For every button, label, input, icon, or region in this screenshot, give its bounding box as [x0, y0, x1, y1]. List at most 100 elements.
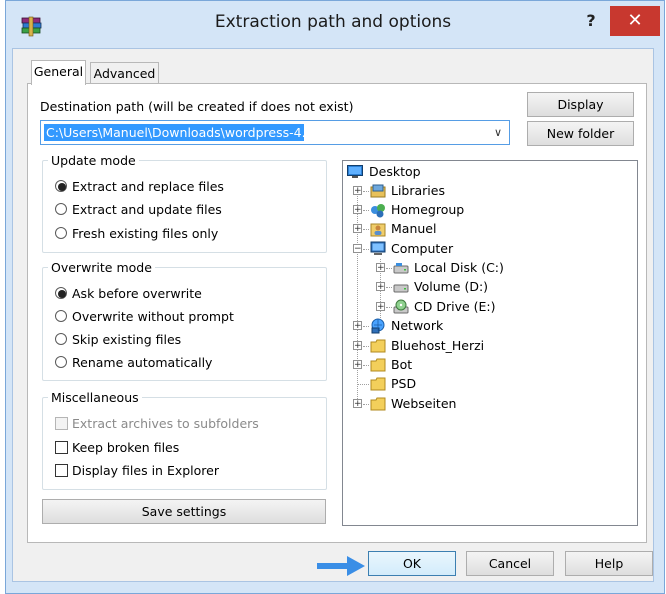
- tree-item-volume-d[interactable]: + Volume (D:): [376, 278, 576, 296]
- cd-drive-icon: [393, 299, 409, 314]
- tree-item-libraries[interactable]: + Libraries: [353, 182, 553, 200]
- tree-connector: [363, 210, 369, 211]
- extract-update-radio[interactable]: [55, 203, 67, 215]
- tab-general[interactable]: General: [31, 60, 86, 85]
- save-settings-button[interactable]: Save settings: [42, 499, 326, 524]
- expand-icon[interactable]: +: [353, 321, 362, 331]
- tree-label-homegroup: Homegroup: [391, 202, 465, 217]
- update-mode-title: Update mode: [48, 153, 139, 168]
- tree-connector: [363, 229, 369, 230]
- libraries-icon: [370, 184, 386, 198]
- extract-replace-radio[interactable]: [55, 180, 67, 192]
- tree-label-manuel: Manuel: [391, 221, 437, 236]
- fresh-existing-radio[interactable]: [55, 227, 67, 239]
- expand-icon[interactable]: +: [353, 399, 362, 409]
- tree-connector: [363, 404, 369, 405]
- help-button[interactable]: Help: [565, 551, 653, 576]
- tree-item-manuel[interactable]: + Manuel: [353, 220, 553, 238]
- display-in-explorer-checkbox[interactable]: [55, 464, 68, 477]
- extract-update-label[interactable]: Extract and update files: [72, 202, 222, 217]
- tree-label-psd: PSD: [391, 376, 417, 391]
- tree-label-bot: Bot: [391, 357, 413, 372]
- expand-icon[interactable]: +: [353, 224, 362, 234]
- overwrite-mode-title: Overwrite mode: [48, 260, 155, 275]
- ok-button[interactable]: OK: [368, 551, 456, 576]
- tree-item-network[interactable]: + Network: [353, 317, 553, 335]
- extract-to-subfolders-label: Extract archives to subfolders: [72, 416, 259, 431]
- homegroup-icon: [371, 204, 385, 218]
- tree-connector: [363, 326, 369, 327]
- tree-connector: [363, 365, 369, 366]
- tree-label-volume-d: Volume (D:): [414, 279, 489, 294]
- ask-before-overwrite-radio[interactable]: [55, 287, 67, 299]
- expand-icon[interactable]: +: [376, 263, 385, 273]
- extract-replace-label[interactable]: Extract and replace files: [72, 179, 224, 194]
- tree-label-desktop: Desktop: [369, 164, 421, 179]
- expand-icon[interactable]: +: [376, 302, 385, 312]
- close-icon: ✕: [627, 10, 643, 31]
- tree-item-psd[interactable]: PSD: [353, 375, 553, 393]
- tree-label-local-disk-c: Local Disk (C:): [414, 260, 504, 275]
- help-title-button[interactable]: ?: [573, 6, 609, 36]
- arrow-right-icon: [317, 556, 365, 576]
- tree-item-webseiten[interactable]: + Webseiten: [353, 395, 553, 413]
- network-icon: [371, 318, 385, 334]
- tree-label-cd-drive-e: CD Drive (E:): [414, 299, 496, 314]
- dialog-title: Extraction path and options: [214, 12, 452, 32]
- folder-tree[interactable]: Desktop + Libraries + Homegroup + Manuel: [342, 160, 638, 526]
- tree-item-local-disk-c[interactable]: + Local Disk (C:): [376, 259, 576, 277]
- tree-item-bot[interactable]: + Bot: [353, 356, 553, 374]
- expand-icon[interactable]: +: [353, 205, 362, 215]
- collapse-icon[interactable]: −: [353, 244, 362, 254]
- tree-label-webseiten: Webseiten: [391, 396, 457, 411]
- new-folder-button[interactable]: New folder: [527, 121, 634, 146]
- expand-icon[interactable]: +: [353, 186, 362, 196]
- skip-existing-radio[interactable]: [55, 333, 67, 345]
- chevron-down-icon[interactable]: ∨: [491, 124, 505, 141]
- hard-drive-icon: [393, 284, 409, 293]
- hard-drive-icon: [393, 263, 409, 274]
- tree-connector: [386, 287, 392, 288]
- ask-before-overwrite-label[interactable]: Ask before overwrite: [72, 286, 202, 301]
- tree-item-bluehost-herzi[interactable]: + Bluehost_Herzi: [353, 337, 553, 355]
- expand-icon[interactable]: +: [353, 360, 362, 370]
- tree-connector: [386, 268, 392, 269]
- tree-connector: [357, 384, 369, 385]
- destination-path-label: Destination path (will be created if doe…: [40, 99, 354, 114]
- keep-broken-files-checkbox[interactable]: [55, 441, 68, 454]
- cancel-button[interactable]: Cancel: [466, 551, 554, 576]
- destination-path-combobox[interactable]: C:\Users\Manuel\Downloads\wordpress-4.0 …: [40, 120, 510, 145]
- expand-icon[interactable]: +: [376, 282, 385, 292]
- rename-automatically-radio[interactable]: [55, 356, 67, 368]
- close-button[interactable]: ✕: [610, 6, 660, 36]
- tree-connector: [386, 307, 392, 308]
- skip-existing-label[interactable]: Skip existing files: [72, 332, 181, 347]
- display-button[interactable]: Display: [527, 92, 634, 117]
- miscellaneous-title: Miscellaneous: [48, 390, 142, 405]
- fresh-existing-label[interactable]: Fresh existing files only: [72, 226, 218, 241]
- folder-icon: [370, 339, 386, 353]
- keep-broken-files-label[interactable]: Keep broken files: [72, 440, 179, 455]
- destination-path-value[interactable]: C:\Users\Manuel\Downloads\wordpress-4.0: [44, 124, 314, 141]
- desktop-icon: [347, 165, 363, 178]
- overwrite-without-prompt-radio[interactable]: [55, 310, 67, 322]
- expand-icon[interactable]: +: [353, 341, 362, 351]
- rename-automatically-label[interactable]: Rename automatically: [72, 355, 212, 370]
- tree-label-network: Network: [391, 318, 444, 333]
- tree-label-libraries: Libraries: [391, 183, 445, 198]
- tree-item-cd-drive-e[interactable]: + CD Drive (E:): [376, 298, 576, 316]
- tree-item-computer[interactable]: − Computer: [353, 240, 553, 258]
- user-folder-icon: [370, 223, 386, 237]
- extract-to-subfolders-checkbox: [55, 417, 68, 430]
- tree-item-homegroup[interactable]: + Homegroup: [353, 201, 553, 219]
- display-in-explorer-label[interactable]: Display files in Explorer: [72, 463, 219, 478]
- folder-icon: [370, 397, 386, 411]
- folder-icon: [370, 377, 386, 391]
- tree-label-bluehost-herzi: Bluehost_Herzi: [391, 338, 485, 353]
- overwrite-without-prompt-label[interactable]: Overwrite without prompt: [72, 309, 234, 324]
- tree-label-computer: Computer: [391, 241, 454, 256]
- tree-connector: [363, 249, 369, 250]
- tree-connector: [363, 346, 369, 347]
- tree-connector: [363, 191, 369, 192]
- tab-advanced[interactable]: Advanced: [90, 62, 159, 84]
